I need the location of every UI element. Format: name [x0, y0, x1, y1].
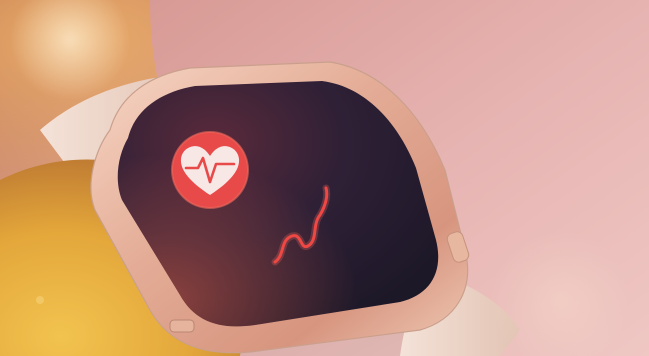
- heart-rate-icon: [171, 131, 249, 209]
- case-detail: [169, 319, 195, 333]
- smartwatch-photo: [0, 0, 649, 356]
- photo-frame: [0, 0, 649, 356]
- fabric-speck: [36, 296, 44, 304]
